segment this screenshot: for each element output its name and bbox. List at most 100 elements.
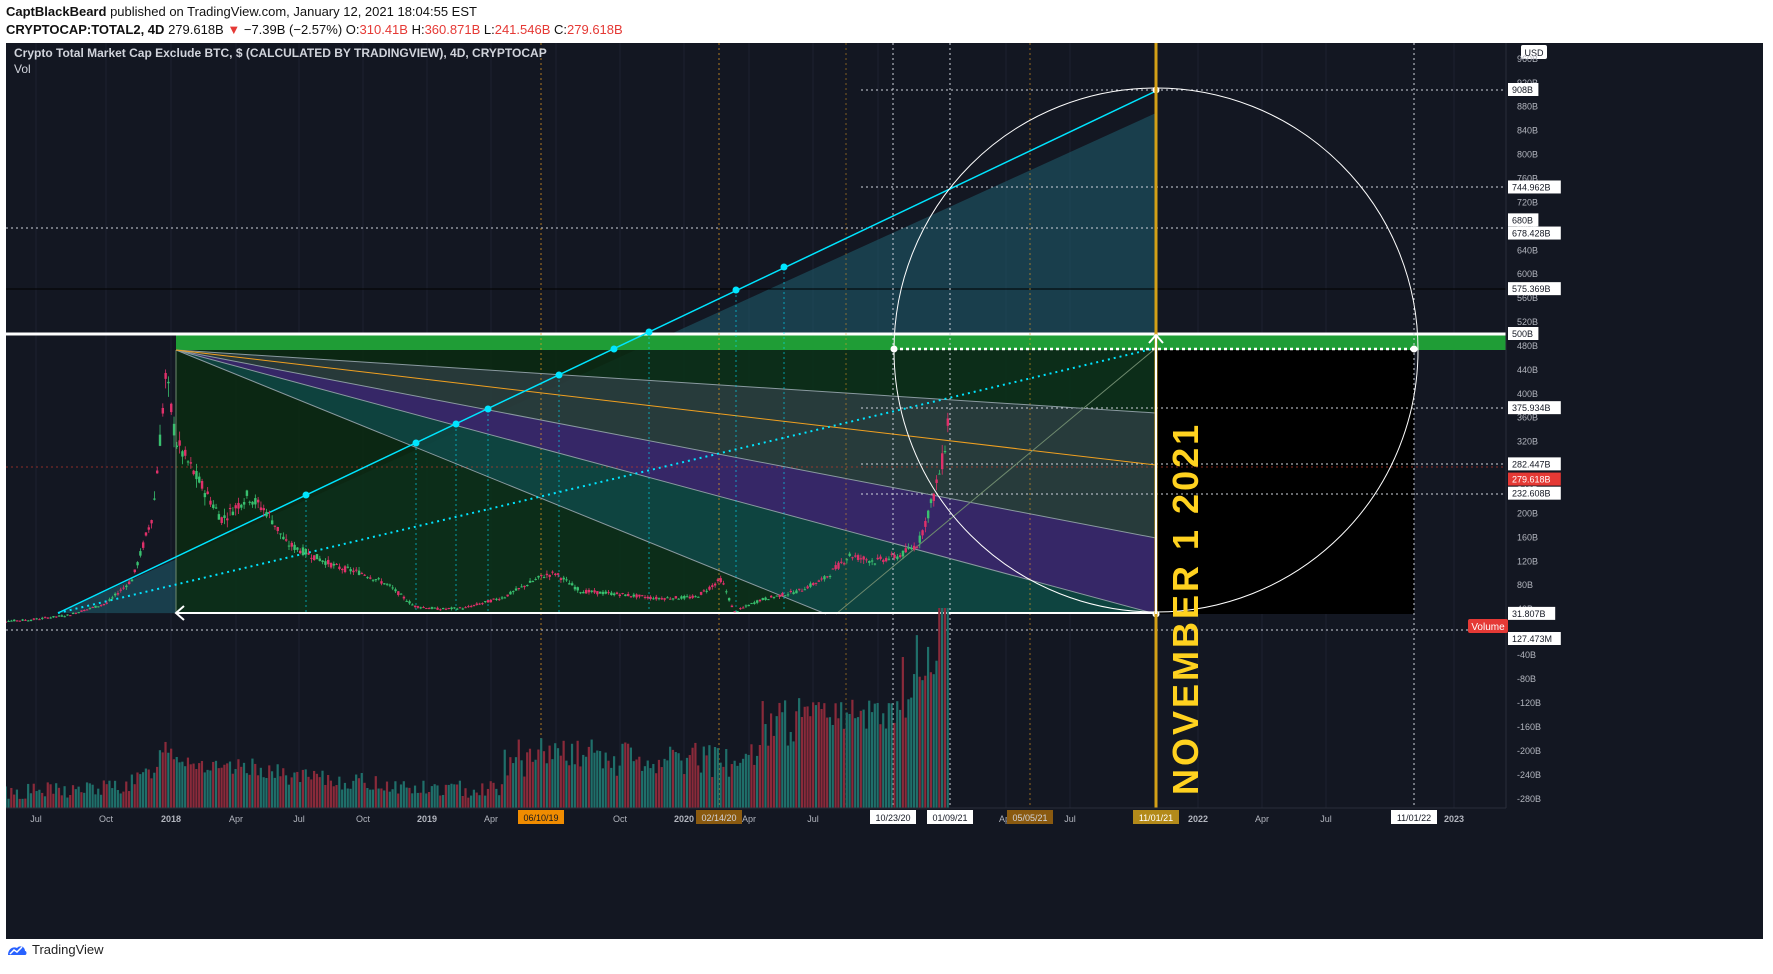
- volume-bar: [915, 635, 918, 808]
- volume-bar: [209, 770, 212, 808]
- candle: [268, 512, 271, 514]
- volume-bar: [178, 762, 181, 808]
- volume-bar: [357, 778, 361, 808]
- time-axis[interactable]: [6, 808, 1763, 939]
- candle: [467, 606, 470, 608]
- volume-bar: [29, 793, 33, 808]
- candle: [498, 599, 501, 601]
- volume-bar: [139, 774, 142, 808]
- circle-point-left: [890, 345, 898, 353]
- volume-bar: [820, 709, 823, 808]
- price-tick-label: 840B: [1517, 126, 1538, 136]
- candle: [663, 598, 666, 600]
- volume-bar: [635, 759, 638, 808]
- volume-bar: [512, 763, 515, 808]
- volume-bar: [652, 763, 655, 808]
- volume-bar: [262, 777, 265, 808]
- volume-bar: [854, 718, 857, 808]
- time-tick-label: 2022: [1188, 814, 1208, 824]
- volume-bar: [598, 751, 602, 808]
- candle: [489, 599, 493, 603]
- volume-bar: [528, 748, 532, 808]
- volume-bar: [416, 792, 419, 808]
- volume-bar: [422, 780, 425, 808]
- volume-bar: [831, 724, 834, 808]
- volume-bar: [74, 789, 77, 808]
- candle: [63, 616, 66, 618]
- volume-bar: [273, 777, 276, 808]
- volume-bar: [604, 752, 607, 808]
- candle: [691, 595, 694, 598]
- volume-bar: [259, 767, 262, 808]
- volume-bar: [332, 786, 335, 808]
- candle: [284, 539, 288, 541]
- volume-bar: [341, 789, 344, 808]
- volume-bar: [315, 773, 319, 808]
- volume-bar: [870, 712, 874, 808]
- candle: [837, 562, 840, 569]
- volume-bar: [206, 769, 209, 808]
- candle: [926, 510, 930, 519]
- volume-bar: [842, 728, 846, 808]
- candle: [579, 592, 582, 594]
- time-tick-label: 2019: [417, 814, 437, 824]
- time-tick-label: 2023: [1444, 814, 1464, 824]
- volume-bar: [610, 767, 613, 808]
- volume-bar: [868, 700, 871, 808]
- candle: [876, 557, 879, 560]
- volume-bar: [203, 772, 206, 808]
- candle: [55, 616, 58, 618]
- volume-bar: [484, 795, 487, 808]
- date-badge-label: 05/05/21: [1012, 813, 1047, 823]
- volume-bar: [24, 798, 27, 808]
- volume-bar: [69, 795, 72, 808]
- candle: [478, 603, 481, 605]
- volume-bar: [153, 772, 156, 808]
- volume-bar: [680, 760, 683, 808]
- volume-bar: [385, 781, 389, 808]
- volume-bar: [702, 746, 705, 808]
- volume-bar: [632, 761, 635, 808]
- volume-bar: [458, 780, 461, 808]
- volume-bar: [122, 791, 125, 808]
- volume-bar: [699, 772, 703, 808]
- volume-bar: [111, 788, 114, 808]
- volume-bar: [716, 748, 719, 808]
- volume-bar: [775, 716, 778, 808]
- volume-bar: [32, 783, 35, 808]
- candle: [282, 536, 285, 540]
- volume-bar: [296, 771, 299, 808]
- volume-bar: [778, 702, 781, 808]
- candle: [506, 594, 509, 597]
- candle: [198, 476, 201, 483]
- candle: [624, 594, 627, 597]
- price-label: 375.934B: [1512, 403, 1551, 413]
- volume-bar: [537, 749, 540, 808]
- candle: [24, 619, 27, 621]
- volume-bar: [310, 779, 313, 808]
- candle: [694, 596, 697, 598]
- volume-tick-label: -240B: [1517, 770, 1541, 780]
- tradingview-brand[interactable]: TradingView: [32, 942, 104, 957]
- volume-bar: [335, 785, 338, 808]
- candle: [683, 596, 686, 599]
- volume-bar: [13, 794, 16, 808]
- volume-bar: [371, 789, 375, 808]
- chart-canvas[interactable]: NOVEMBER 1 2021 Crypto Total Market Cap …: [6, 43, 1763, 939]
- price-label: 279.618B: [1512, 475, 1551, 485]
- price-tick-label: 440B: [1517, 365, 1538, 375]
- candle: [430, 607, 434, 609]
- volume-bar: [935, 660, 938, 808]
- author-name[interactable]: CaptBlackBeard: [6, 4, 106, 19]
- candle: [402, 596, 406, 599]
- candle: [834, 565, 837, 570]
- volume-bar: [192, 763, 195, 808]
- candle: [88, 607, 92, 609]
- volume-bar: [492, 782, 495, 808]
- candle: [189, 462, 193, 464]
- candle: [702, 590, 706, 592]
- candle: [18, 620, 22, 622]
- candle: [6, 621, 8, 623]
- candle: [764, 597, 767, 600]
- candle: [97, 606, 100, 608]
